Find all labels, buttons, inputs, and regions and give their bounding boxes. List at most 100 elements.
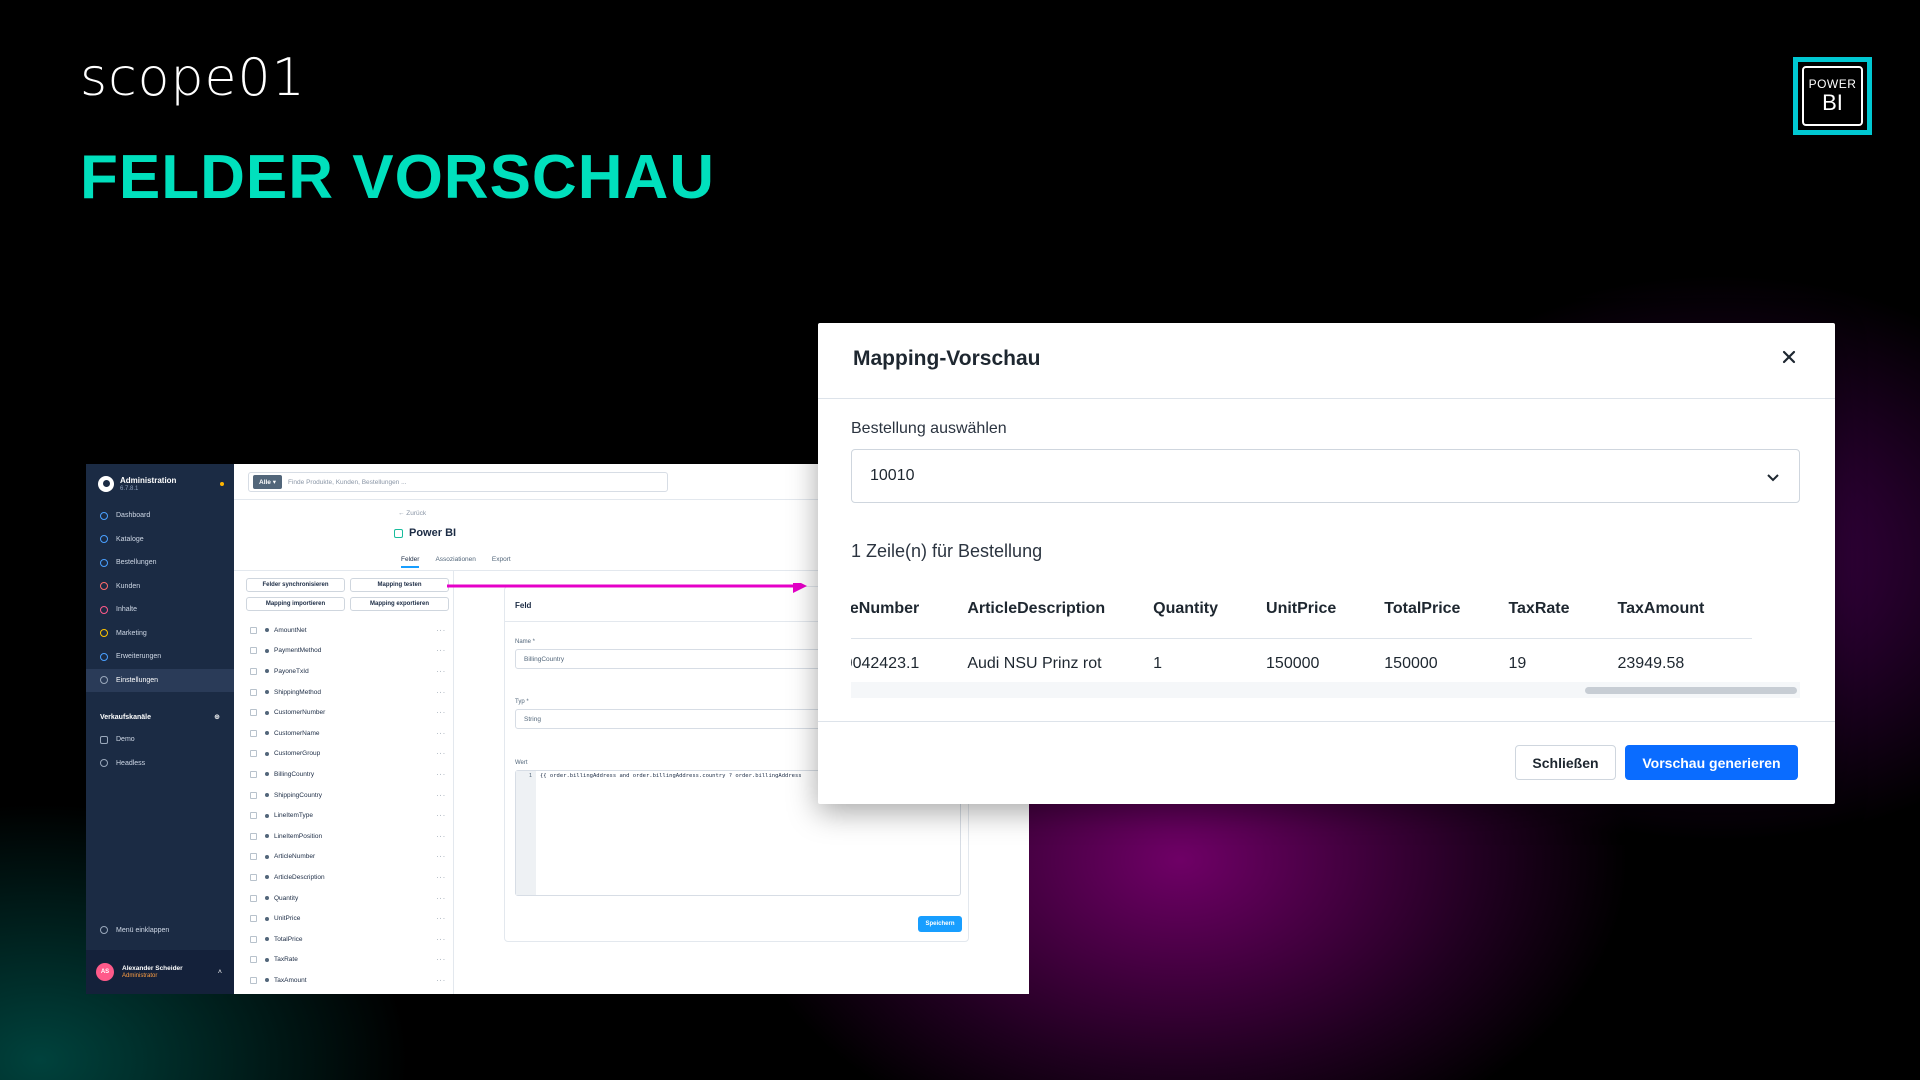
field-name: BillingCountry [274, 770, 315, 778]
list-item[interactable]: PayoneTxId ··· [246, 661, 446, 682]
col-article-description: ArticleDescription [967, 581, 1154, 639]
checkbox[interactable] [250, 976, 257, 984]
export-mapping-button[interactable]: Mapping exportieren [350, 597, 449, 611]
close-button[interactable] [1774, 342, 1804, 372]
sidebar-item-dashboard[interactable]: Dashboard [86, 504, 234, 528]
power-bi-badge-top: POWER [1808, 77, 1857, 91]
status-dot-icon [265, 834, 269, 839]
list-item[interactable]: ArticleDescription ··· [246, 867, 446, 888]
schliessen-button[interactable]: Schließen [1515, 745, 1616, 780]
more-actions-icon[interactable]: ··· [437, 689, 447, 696]
more-actions-icon[interactable]: ··· [437, 709, 447, 716]
tab-assoziationen[interactable]: Assoziationen [435, 556, 475, 568]
sidebar-item-einstellungen[interactable]: Einstellungen [86, 668, 234, 692]
list-item[interactable]: UnitPrice ··· [246, 908, 446, 929]
test-mapping-button[interactable]: Mapping testen [350, 578, 449, 592]
more-actions-icon[interactable]: ··· [437, 936, 447, 943]
more-actions-icon[interactable]: ··· [437, 895, 447, 902]
checkbox[interactable] [250, 853, 257, 861]
field-name: AmountNet [274, 626, 307, 634]
sidebar-item-bestellungen[interactable]: Bestellungen [86, 551, 234, 575]
more-actions-icon[interactable]: ··· [437, 853, 447, 860]
checkbox[interactable] [250, 791, 257, 799]
horizontal-scrollbar[interactable] [851, 682, 1800, 698]
admin-search[interactable]: Alle ▾ Finde Produkte, Kunden, Bestellun… [248, 472, 668, 492]
more-actions-icon[interactable]: ··· [437, 750, 447, 757]
more-actions-icon[interactable]: ··· [437, 915, 447, 922]
checkbox[interactable] [250, 935, 257, 943]
more-actions-icon[interactable]: ··· [437, 956, 447, 963]
checkbox[interactable] [250, 688, 257, 696]
sidebar-item-inhalte[interactable]: Inhalte [86, 598, 234, 622]
status-dot-icon [265, 628, 269, 633]
sidebar-item-erweiterungen[interactable]: Erweiterungen [86, 645, 234, 669]
checkbox[interactable] [250, 894, 257, 902]
sidebar-item-marketing[interactable]: Marketing [86, 622, 234, 646]
list-item[interactable]: ShippingMethod ··· [246, 682, 446, 703]
checkbox[interactable] [250, 832, 257, 840]
collapse-menu[interactable]: Menü einklappen [100, 926, 169, 934]
back-link[interactable]: ← Zurück [398, 510, 426, 517]
list-item[interactable]: ArticleNumber ··· [246, 847, 446, 868]
admin-tabs: Felder Assoziationen Export [401, 556, 511, 568]
checkbox[interactable] [250, 770, 257, 778]
field-name: LineItemType [274, 812, 314, 820]
checkbox[interactable] [250, 812, 257, 820]
generate-preview-button[interactable]: Vorschau generieren [1625, 745, 1798, 780]
search-filter-dropdown[interactable]: Alle ▾ [253, 475, 282, 489]
status-dot-icon [265, 875, 269, 880]
list-item[interactable]: CustomerGroup ··· [246, 744, 446, 765]
more-actions-icon[interactable]: ··· [437, 792, 447, 799]
more-actions-icon[interactable]: ··· [437, 833, 447, 840]
admin-sidebar: Administration 6.7.8.1 Dashboard Katalog… [86, 464, 234, 994]
list-item[interactable]: Quantity ··· [246, 888, 446, 909]
more-actions-icon[interactable]: ··· [437, 874, 447, 881]
sync-fields-button[interactable]: Felder synchronisieren [246, 578, 345, 592]
checkbox[interactable] [250, 626, 257, 634]
checkbox[interactable] [250, 956, 257, 964]
checkbox[interactable] [250, 750, 257, 758]
list-item[interactable]: CustomerName ··· [246, 723, 446, 744]
save-button[interactable]: Speichern [918, 916, 962, 932]
sidebar-item-kataloge[interactable]: Kataloge [86, 528, 234, 552]
checkbox[interactable] [250, 647, 257, 655]
tab-felder[interactable]: Felder [401, 556, 420, 568]
more-actions-icon[interactable]: ··· [437, 977, 447, 984]
more-actions-icon[interactable]: ··· [437, 730, 447, 737]
checkbox[interactable] [250, 729, 257, 737]
list-item[interactable]: TaxAmount ··· [246, 970, 446, 991]
tab-export[interactable]: Export [492, 556, 511, 568]
add-channel-icon[interactable]: ⊕ [214, 713, 220, 721]
checkbox[interactable] [250, 873, 257, 881]
col-article-number: ArticleNumber [851, 581, 968, 639]
sidebar-item-demo[interactable]: Demo [86, 728, 234, 752]
more-actions-icon[interactable]: ··· [437, 668, 447, 675]
search-input[interactable]: Finde Produkte, Kunden, Bestellungen ... [288, 479, 407, 486]
list-item[interactable]: CustomerNumber ··· [246, 702, 446, 723]
checkbox[interactable] [250, 667, 257, 675]
more-actions-icon[interactable]: ··· [437, 771, 447, 778]
list-item[interactable]: PaymentMethod ··· [246, 641, 446, 662]
more-actions-icon[interactable]: ··· [437, 812, 447, 819]
more-actions-icon[interactable]: ··· [437, 647, 447, 654]
list-item[interactable]: BillingCountry ··· [246, 764, 446, 785]
list-item[interactable]: LineItemType ··· [246, 805, 446, 826]
more-actions-icon[interactable]: ··· [437, 627, 447, 634]
list-item[interactable]: TaxRate ··· [246, 950, 446, 971]
checkbox[interactable] [250, 915, 257, 923]
user-menu[interactable]: AS Alexander Scheider Administrator ˄ [86, 950, 234, 994]
power-bi-badge-bottom: BI [1822, 90, 1843, 115]
list-item[interactable]: AmountNet ··· [246, 620, 446, 641]
order-select[interactable]: 10010 [851, 449, 1800, 503]
list-item[interactable]: ShippingCountry ··· [246, 785, 446, 806]
field-name: TotalPrice [274, 935, 303, 943]
status-dot-icon [265, 896, 269, 901]
value-label: Wert [515, 760, 528, 766]
list-item[interactable]: TotalPrice ··· [246, 929, 446, 950]
sidebar-item-kunden[interactable]: Kunden [86, 575, 234, 599]
sidebar-item-headless[interactable]: Headless [86, 752, 234, 776]
scrollbar-thumb[interactable] [1585, 687, 1797, 694]
import-mapping-button[interactable]: Mapping importieren [246, 597, 345, 611]
checkbox[interactable] [250, 709, 257, 717]
list-item[interactable]: LineItemPosition ··· [246, 826, 446, 847]
